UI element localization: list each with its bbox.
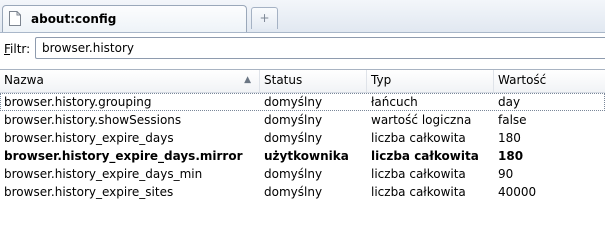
- column-header-type[interactable]: Typ: [367, 70, 494, 92]
- pref-type: liczba całkowita: [371, 131, 466, 145]
- table-row[interactable]: browser.history_expire_days domyślny lic…: [0, 129, 605, 147]
- pref-value: 40000: [498, 185, 537, 199]
- pref-status: użytkownika: [264, 149, 349, 163]
- filter-bar: Filtr:: [0, 33, 605, 65]
- pref-value: false: [498, 113, 527, 127]
- pref-type: łańcuch: [371, 95, 418, 109]
- pref-type: liczba całkowita: [371, 167, 466, 181]
- tab-strip: about:config +: [0, 0, 605, 33]
- pref-status: domyślny: [264, 185, 323, 199]
- tab-about-config[interactable]: about:config: [2, 5, 247, 32]
- pref-value: 180: [498, 149, 524, 163]
- pref-status: domyślny: [264, 131, 323, 145]
- table-row[interactable]: browser.history.showSessions domyślny wa…: [0, 111, 605, 129]
- pref-name: browser.history_expire_days_min: [4, 167, 203, 181]
- filter-label-text: iltr:: [10, 42, 31, 56]
- pref-type: liczba całkowita: [371, 149, 479, 163]
- pref-name: browser.history.grouping: [4, 95, 152, 109]
- table-row[interactable]: browser.history_expire_sites domyślny li…: [0, 183, 605, 201]
- pref-status: domyślny: [264, 113, 323, 127]
- page-icon: [9, 11, 21, 26]
- pref-value: 180: [498, 131, 521, 145]
- table-row[interactable]: browser.history_expire_days_min domyślny…: [0, 165, 605, 183]
- filter-label: Filtr:: [4, 42, 30, 56]
- filter-input[interactable]: [35, 37, 605, 59]
- column-header-status[interactable]: Status: [260, 70, 367, 92]
- table-row[interactable]: browser.history_expire_days.mirror użytk…: [0, 147, 605, 165]
- pref-type: liczba całkowita: [371, 185, 466, 199]
- new-tab-button[interactable]: +: [251, 7, 278, 29]
- sort-ascending-icon: ▲: [244, 75, 251, 85]
- pref-status: domyślny: [264, 167, 323, 181]
- plus-icon: +: [259, 11, 270, 25]
- column-header-value[interactable]: Wartość: [494, 70, 605, 92]
- pref-status: domyślny: [264, 95, 323, 109]
- pref-name: browser.history_expire_days.mirror: [4, 149, 243, 163]
- column-header-name[interactable]: Nazwa ▲: [0, 70, 260, 92]
- pref-type: wartość logiczna: [371, 113, 472, 127]
- pref-value: 90: [498, 167, 514, 181]
- pref-name: browser.history.showSessions: [4, 113, 182, 127]
- tab-title: about:config: [31, 12, 117, 26]
- pref-value: day: [498, 95, 521, 109]
- pref-name: browser.history_expire_sites: [4, 185, 174, 199]
- pref-name: browser.history_expire_days: [4, 131, 174, 145]
- table-header: Nazwa ▲ Status Typ Wartość: [0, 70, 605, 93]
- table-row[interactable]: browser.history.grouping domyślny łańcuc…: [0, 93, 605, 111]
- preferences-table: Nazwa ▲ Status Typ Wartość browser.histo…: [0, 69, 605, 242]
